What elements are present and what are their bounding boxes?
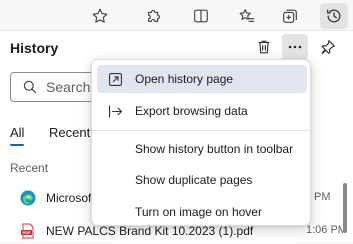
pdf-icon: PDF bbox=[21, 223, 34, 239]
trash-icon[interactable] bbox=[251, 34, 277, 60]
edge-icon bbox=[20, 190, 36, 206]
menu-item-label: Export browsing data bbox=[135, 104, 248, 118]
menu-item-label: Show history button in toolbar bbox=[135, 142, 294, 156]
svg-text:PDF: PDF bbox=[23, 230, 32, 235]
search-placeholder: Search bbox=[46, 79, 91, 95]
menu-item-show-duplicate-pages[interactable]: Show duplicate pages bbox=[97, 166, 307, 194]
more-options-menu: Open history page Export browsing data S… bbox=[91, 59, 311, 226]
panel-title: History bbox=[10, 40, 59, 56]
menu-item-show-history-button[interactable]: Show history button in toolbar bbox=[97, 135, 307, 163]
menu-item-label: Open history page bbox=[135, 72, 234, 86]
tab-all[interactable]: All bbox=[10, 125, 25, 146]
menu-item-image-on-hover[interactable]: Turn on image on hover bbox=[97, 198, 307, 226]
browser-toolbar bbox=[0, 0, 353, 31]
history-item-time: 1:06 PM bbox=[306, 224, 347, 236]
pin-icon[interactable] bbox=[315, 34, 341, 60]
star-icon[interactable] bbox=[86, 3, 114, 29]
search-icon bbox=[23, 80, 37, 94]
section-label-recent: Recent bbox=[10, 161, 49, 175]
menu-item-export-browsing-data[interactable]: Export browsing data bbox=[97, 97, 307, 125]
menu-divider bbox=[92, 130, 310, 131]
history-item-time: PM bbox=[314, 191, 331, 203]
extensions-icon[interactable] bbox=[140, 3, 168, 29]
collections-icon[interactable] bbox=[276, 3, 304, 29]
export-icon bbox=[106, 102, 124, 120]
favorites-icon[interactable] bbox=[233, 3, 261, 29]
history-item-title: NEW PALCS Brand Kit 10.2023 (1).pdf bbox=[46, 224, 254, 238]
split-screen-icon[interactable] bbox=[187, 3, 215, 29]
menu-item-label: Turn on image on hover bbox=[135, 205, 262, 219]
scrollbar-thumb[interactable] bbox=[343, 183, 347, 233]
history-item-title: Microsoft bbox=[46, 191, 95, 205]
open-external-icon bbox=[106, 70, 124, 88]
menu-item-label: Show duplicate pages bbox=[135, 173, 253, 187]
menu-item-open-history-page[interactable]: Open history page bbox=[97, 65, 307, 93]
more-options-icon[interactable] bbox=[282, 34, 308, 60]
history-icon[interactable] bbox=[320, 3, 348, 29]
